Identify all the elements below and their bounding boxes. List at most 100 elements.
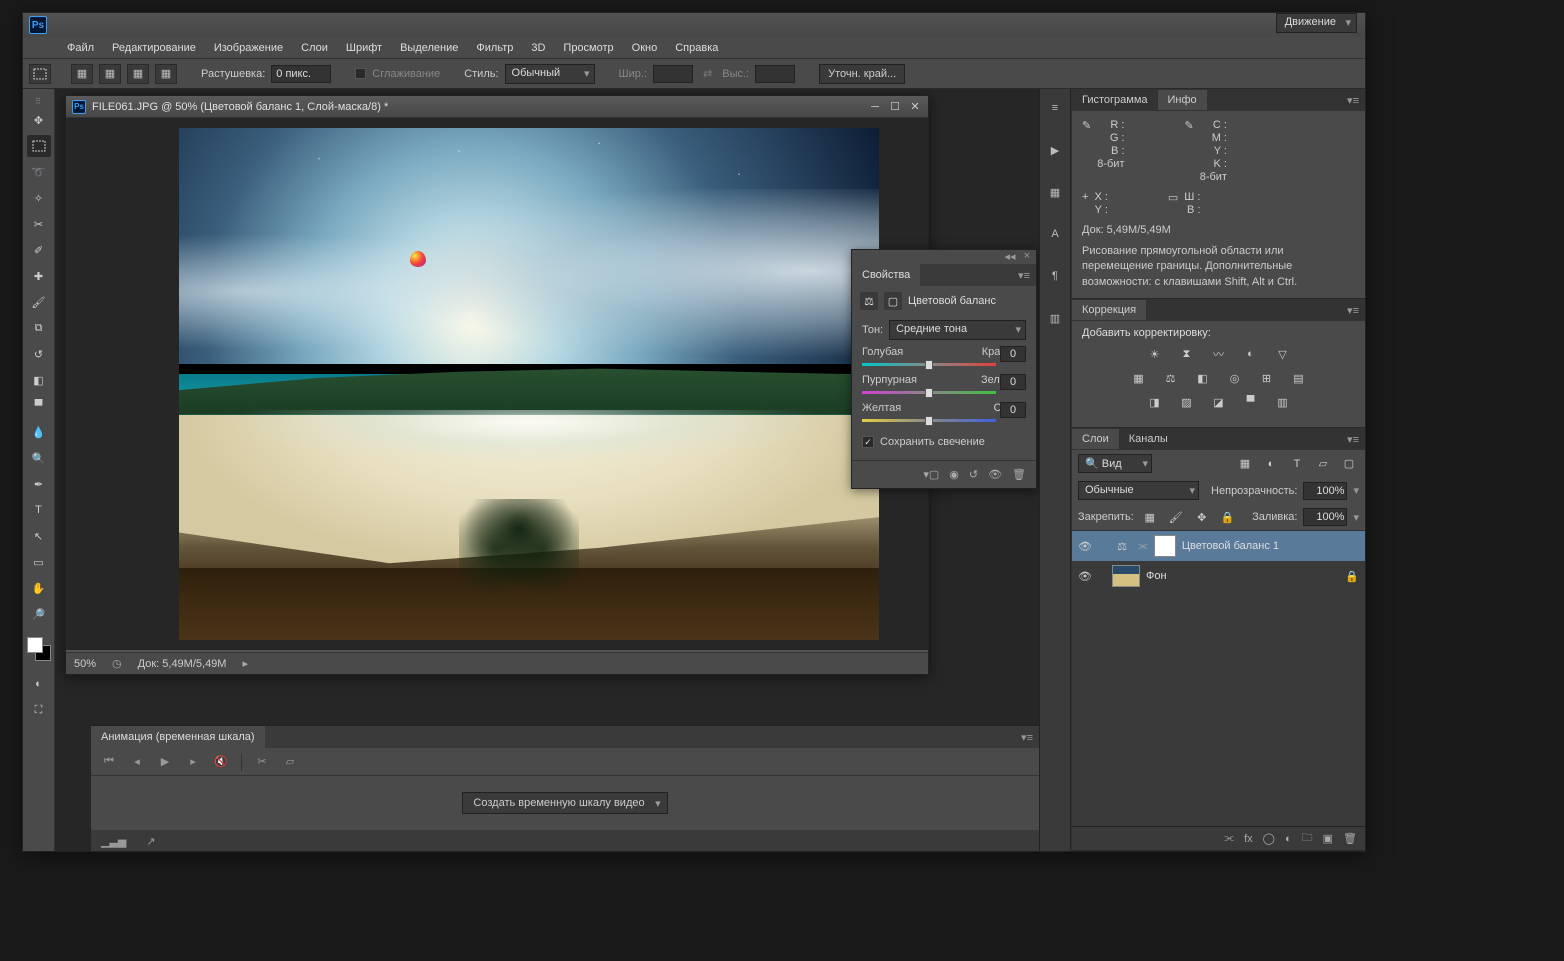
shape-tool[interactable]: ▭ bbox=[27, 551, 51, 573]
canvas-area[interactable] bbox=[66, 118, 928, 650]
pen-tool[interactable]: ✒ bbox=[27, 473, 51, 495]
document-titlebar[interactable]: Ps FILE061.JPG @ 50% (Цветовой баланс 1,… bbox=[66, 96, 928, 118]
menu-help[interactable]: Справка bbox=[667, 39, 726, 57]
opacity-dropdown-icon[interactable]: ▾ bbox=[1353, 484, 1359, 497]
menu-select[interactable]: Выделение bbox=[392, 39, 466, 57]
props-close-icon[interactable]: × bbox=[1024, 250, 1030, 264]
path-select-tool[interactable]: ↖ bbox=[27, 525, 51, 547]
prev-frame-icon[interactable]: ◂ bbox=[129, 755, 145, 768]
eraser-tool[interactable]: ◧ bbox=[27, 369, 51, 391]
menu-3d[interactable]: 3D bbox=[523, 39, 553, 57]
adj-vibrance-icon[interactable]: ▽ bbox=[1273, 345, 1293, 363]
filter-pixel-icon[interactable]: ▦ bbox=[1235, 455, 1255, 473]
menu-type[interactable]: Шрифт bbox=[338, 39, 390, 57]
layers-menu-icon[interactable]: ▾≡ bbox=[1341, 433, 1365, 446]
mute-icon[interactable]: 🔇 bbox=[213, 755, 229, 768]
fx-icon[interactable]: fx bbox=[1244, 833, 1253, 845]
props-collapse-icon[interactable]: ◂◂ bbox=[1005, 250, 1016, 264]
brush-tool[interactable]: 🖌 bbox=[27, 291, 51, 313]
adj-posterize-icon[interactable]: ▨ bbox=[1177, 393, 1197, 411]
doc-close-icon[interactable]: ✕ bbox=[908, 101, 922, 113]
dock-history-icon[interactable]: ≡ bbox=[1044, 97, 1066, 119]
gradient-tool[interactable]: ▀ bbox=[27, 395, 51, 417]
adj-brightness-icon[interactable]: ☀ bbox=[1145, 345, 1165, 363]
marquee-tool[interactable] bbox=[27, 135, 51, 157]
filter-type-icon[interactable]: T bbox=[1287, 455, 1307, 473]
crop-tool[interactable]: ✂ bbox=[27, 213, 51, 235]
adj-selective-icon[interactable]: ▥ bbox=[1273, 393, 1293, 411]
delete-adj-icon[interactable]: 🗑 bbox=[1012, 468, 1026, 481]
layers-tab[interactable]: Слои bbox=[1072, 429, 1119, 449]
add-mask-icon[interactable]: ◯ bbox=[1263, 832, 1275, 845]
first-frame-icon[interactable]: ⏮ bbox=[101, 755, 117, 768]
clip-icon[interactable]: ▾▢ bbox=[923, 468, 939, 481]
dock-swatches-icon[interactable]: ▦ bbox=[1044, 181, 1066, 203]
adj-mixer-icon[interactable]: ⊞ bbox=[1257, 369, 1277, 387]
menu-image[interactable]: Изображение bbox=[206, 39, 291, 57]
properties-tab[interactable]: Свойства bbox=[852, 264, 920, 286]
dock-clip-icon[interactable]: ▥ bbox=[1044, 307, 1066, 329]
type-tool[interactable]: T bbox=[27, 499, 51, 521]
mask-icon[interactable]: ▢ bbox=[884, 292, 902, 310]
feather-input[interactable] bbox=[271, 65, 331, 83]
lock-paint-icon[interactable]: 🖌 bbox=[1166, 508, 1186, 526]
delete-layer-icon[interactable]: 🗑 bbox=[1343, 832, 1357, 845]
adj-balance-icon[interactable]: ⚖ bbox=[1161, 369, 1181, 387]
adj-hue-icon[interactable]: ▦ bbox=[1129, 369, 1149, 387]
animation-tab[interactable]: Анимация (временная шкала) bbox=[91, 726, 265, 748]
adj-gradmap-icon[interactable]: ▀ bbox=[1241, 393, 1261, 411]
eyedropper-tool[interactable]: ✐ bbox=[27, 239, 51, 261]
layer-thumb[interactable] bbox=[1112, 565, 1140, 587]
layer1-name[interactable]: Цветовой баланс 1 bbox=[1182, 540, 1359, 552]
adj-exposure-icon[interactable]: ◐ bbox=[1241, 345, 1261, 363]
heal-tool[interactable]: ✚ bbox=[27, 265, 51, 287]
reset-icon[interactable]: ↺ bbox=[969, 468, 978, 481]
lock-pos-icon[interactable]: ✥ bbox=[1192, 508, 1212, 526]
s2-value[interactable]: 0 bbox=[1000, 374, 1026, 390]
filter-adj-icon[interactable]: ◐ bbox=[1261, 455, 1281, 473]
zoom-value[interactable]: 50% bbox=[74, 658, 96, 670]
layer-row-background[interactable]: 👁 Фон 🔒 bbox=[1072, 561, 1365, 591]
fill-input[interactable] bbox=[1303, 508, 1347, 526]
move-tool[interactable]: ✥ bbox=[27, 109, 51, 131]
dock-actions-icon[interactable]: ▶ bbox=[1044, 139, 1066, 161]
doc-maximize-icon[interactable]: ☐ bbox=[888, 101, 902, 113]
new-group-icon[interactable]: 🗀 bbox=[1302, 829, 1313, 848]
visibility-icon[interactable]: 👁 bbox=[1078, 570, 1092, 583]
props-menu-icon[interactable]: ▾≡ bbox=[1012, 269, 1036, 282]
doc-minimize-icon[interactable]: ─ bbox=[868, 101, 882, 113]
selection-intersect-icon[interactable]: ▦ bbox=[155, 64, 177, 84]
history-brush-tool[interactable]: ↺ bbox=[27, 343, 51, 365]
active-tool-icon[interactable] bbox=[29, 64, 51, 84]
dock-char-icon[interactable]: A bbox=[1044, 223, 1066, 245]
anim-menu-icon[interactable]: ▾≡ bbox=[1015, 731, 1039, 744]
adj-threshold-icon[interactable]: ◪ bbox=[1209, 393, 1229, 411]
layer2-name[interactable]: Фон bbox=[1146, 570, 1339, 582]
adjustments-tab[interactable]: Коррекция bbox=[1072, 300, 1146, 320]
histogram-tab[interactable]: Гистограмма bbox=[1072, 90, 1158, 110]
toggle-vis-icon[interactable]: 👁 bbox=[988, 468, 1002, 481]
adj-curves-icon[interactable]: 〰 bbox=[1209, 345, 1229, 363]
info-tab[interactable]: Инфо bbox=[1158, 90, 1207, 110]
dock-para-icon[interactable]: ¶ bbox=[1044, 265, 1066, 287]
fg-color-swatch[interactable] bbox=[27, 637, 43, 653]
opacity-input[interactable] bbox=[1303, 482, 1347, 500]
s1-value[interactable]: 0 bbox=[1000, 346, 1026, 362]
adj-levels-icon[interactable]: ⧗ bbox=[1177, 345, 1197, 363]
toolbox-grip-icon[interactable]: ⠿ bbox=[25, 97, 53, 105]
dodge-tool[interactable]: 🔍 bbox=[27, 447, 51, 469]
yellow-blue-slider[interactable]: 0 bbox=[862, 416, 1026, 426]
channels-tab[interactable]: Каналы bbox=[1119, 429, 1178, 449]
selection-new-icon[interactable]: ▦ bbox=[71, 64, 93, 84]
doc-info-menu-icon[interactable]: ▸ bbox=[242, 657, 248, 670]
menu-view[interactable]: Просмотр bbox=[555, 39, 621, 57]
next-frame-icon[interactable]: ▸ bbox=[185, 755, 201, 768]
selection-subtract-icon[interactable]: ▦ bbox=[127, 64, 149, 84]
transition-icon[interactable]: ▱ bbox=[282, 755, 298, 768]
magenta-green-slider[interactable]: 0 bbox=[862, 388, 1026, 398]
workspace-select[interactable]: Движение bbox=[1276, 13, 1357, 33]
style-select[interactable]: Обычный bbox=[505, 64, 595, 84]
stamp-tool[interactable]: ⧉ bbox=[27, 317, 51, 339]
lock-trans-icon[interactable]: ▦ bbox=[1140, 508, 1160, 526]
doc-info-icon[interactable]: ◷ bbox=[112, 657, 122, 670]
